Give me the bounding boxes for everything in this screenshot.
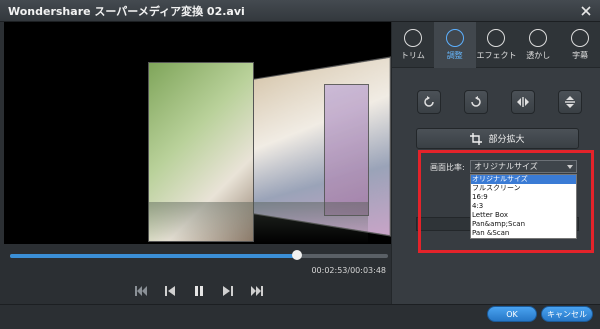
tab-label: エフェクト	[476, 51, 517, 60]
seek-bar-handle[interactable]	[292, 250, 303, 260]
seek-bar[interactable]	[10, 250, 388, 260]
rotate-left-icon	[424, 96, 434, 107]
tab-adjust[interactable]: 調整	[433, 22, 476, 68]
skip-start-icon[interactable]	[134, 284, 148, 298]
transform-tools	[417, 90, 582, 116]
seek-bar-progress	[10, 254, 298, 258]
flip-horizontal-button[interactable]	[511, 90, 535, 114]
tab-label: 調整	[446, 51, 463, 60]
tab-subtitle[interactable]: 字幕	[559, 22, 600, 68]
adjust-icon	[445, 29, 464, 47]
rotate-right-icon	[471, 96, 481, 107]
flip-vertical-icon	[565, 96, 575, 108]
preview-photo-tertiary	[324, 84, 369, 216]
ok-button[interactable]: OK	[487, 306, 537, 322]
timecode: 00:02:53/00:03:48	[311, 266, 386, 275]
close-icon[interactable]	[578, 3, 594, 19]
video-preview	[4, 22, 391, 244]
window-title: Wondershare スーパーメディア変換 02.avi	[8, 5, 245, 18]
skip-end-icon[interactable]	[250, 284, 264, 298]
step-back-icon[interactable]	[164, 284, 177, 298]
title-bar: Wondershare スーパーメディア変換 02.avi	[0, 0, 600, 22]
tab-label: 透かし	[526, 51, 551, 60]
pause-icon[interactable]	[193, 284, 206, 298]
tab-label: 字幕	[572, 51, 589, 60]
partial-zoom-button[interactable]: 部分拡大	[416, 128, 579, 149]
effect-icon	[487, 29, 506, 47]
subtitle-icon	[571, 29, 590, 47]
rotate-left-button[interactable]	[417, 90, 441, 114]
step-forward-icon[interactable]	[221, 284, 234, 298]
crop-icon	[470, 132, 483, 145]
annotation-highlight	[418, 150, 594, 253]
tab-effect[interactable]: エフェクト	[476, 22, 518, 68]
tab-watermark[interactable]: 透かし	[517, 22, 559, 68]
partial-zoom-label: 部分拡大	[488, 135, 525, 145]
rotate-right-button[interactable]	[464, 90, 488, 114]
playback-controls	[134, 282, 264, 300]
flip-horizontal-icon	[517, 97, 529, 107]
tab-trim[interactable]: トリム	[392, 22, 434, 68]
tab-label: トリム	[400, 51, 425, 60]
edit-tabs: トリム 調整 エフェクト 透かし 字幕	[392, 22, 600, 68]
watermark-icon	[529, 29, 548, 47]
scissors-icon	[403, 29, 422, 47]
flip-vertical-button[interactable]	[558, 90, 582, 114]
preview-reflection	[148, 202, 368, 244]
cancel-button[interactable]: キャンセル	[541, 306, 593, 322]
